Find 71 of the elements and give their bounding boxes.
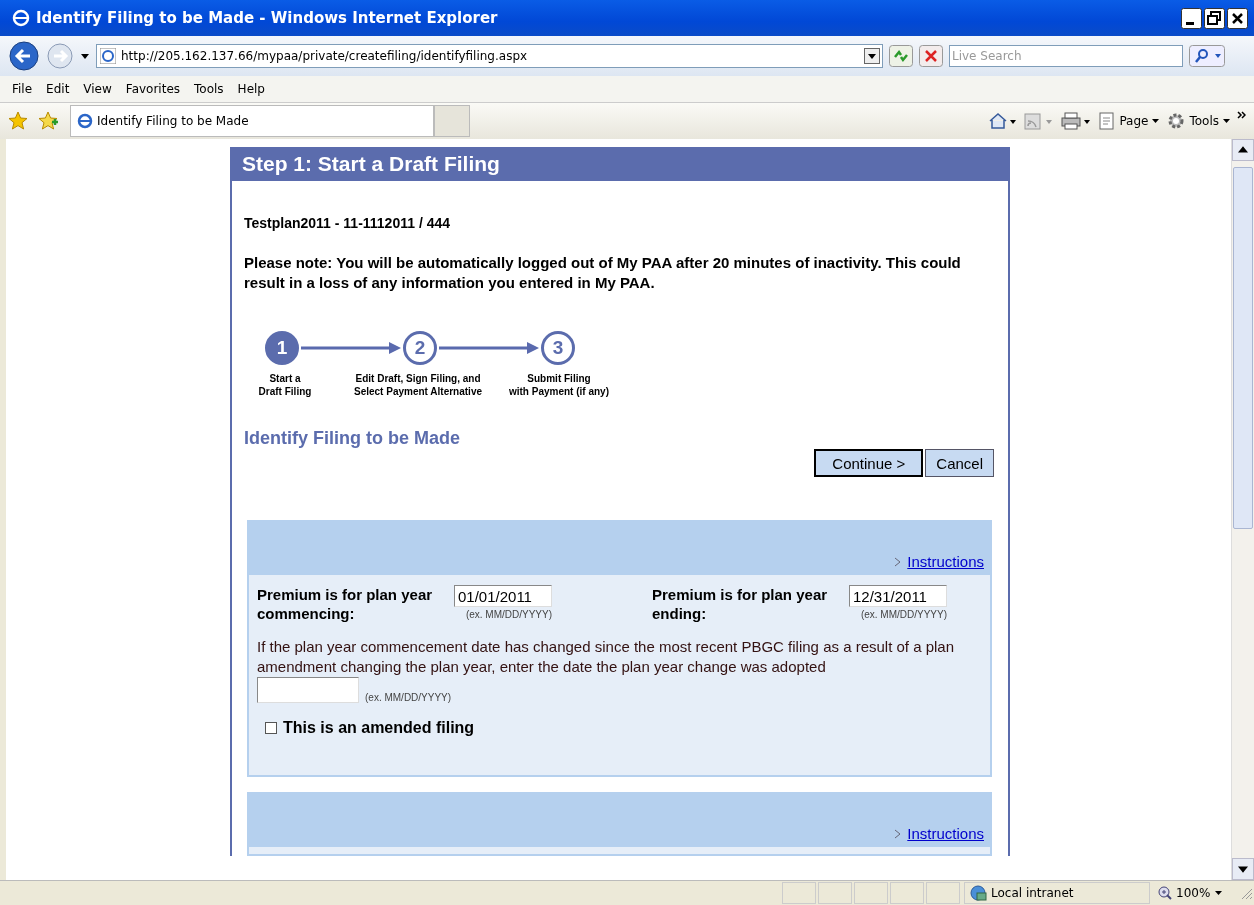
- home-icon[interactable]: [988, 111, 1019, 131]
- status-pane: [890, 882, 924, 904]
- menu-item[interactable]: Favorites: [119, 80, 187, 98]
- menu-item[interactable]: File: [6, 80, 39, 98]
- status-pane: [926, 882, 960, 904]
- menu-item[interactable]: View: [77, 80, 118, 98]
- printer-icon[interactable]: [1060, 111, 1093, 131]
- zoom-icon[interactable]: [1158, 886, 1172, 900]
- field-label: Premium is for plan year ending:: [652, 585, 829, 623]
- browser-tab[interactable]: Identify Filing to be Made: [70, 105, 434, 137]
- browser-logo-icon[interactable]: [12, 9, 30, 27]
- star-icon[interactable]: [8, 111, 28, 131]
- caret-icon[interactable]: [1214, 889, 1224, 897]
- scroll-thumb[interactable]: [1233, 167, 1253, 529]
- format-hint: (ex. MM/DD/YYYY): [860, 609, 947, 620]
- date-field[interactable]: 01/01/2011: [454, 585, 552, 607]
- search-field[interactable]: Live Search: [949, 45, 1183, 67]
- close-icon[interactable]: [1227, 7, 1248, 29]
- zoom-control[interactable]: 100%: [1150, 886, 1238, 900]
- instruction-text: If the plan year commencement date has changed since the most recent PBGC filing as a result of a plan amendment changing the plan year, enter the date the plan year change was adopted: [257, 637, 956, 677]
- format-hint: (ex. MM/DD/YYYY): [365, 692, 452, 703]
- command-menu[interactable]: Tools: [1166, 111, 1231, 131]
- back-icon[interactable]: [8, 40, 40, 72]
- instructions-link[interactable]: Instructions: [907, 825, 984, 842]
- minimize-icon[interactable]: [1181, 7, 1202, 29]
- dropdown-icon[interactable]: [864, 48, 880, 64]
- caret-icon[interactable]: [1151, 117, 1161, 125]
- address-field[interactable]: http://205.162.137.66/mypaa/private/createfiling/identifyfiling.aspx: [96, 44, 883, 68]
- menu-item[interactable]: Tools: [188, 80, 230, 98]
- step-circle: 1: [265, 331, 299, 365]
- scroll-down-icon[interactable]: [1232, 858, 1254, 880]
- step-label: Start a Draft Filing: [257, 372, 313, 398]
- refresh-icon[interactable]: [889, 45, 913, 67]
- checkbox[interactable]: [265, 722, 277, 734]
- dropdown-icon[interactable]: [80, 51, 90, 61]
- chevron-icon[interactable]: [1237, 111, 1246, 119]
- scroll-up-icon[interactable]: [1232, 139, 1254, 161]
- status-pane: [818, 882, 852, 904]
- stop-icon[interactable]: [919, 45, 943, 67]
- step-circle: 2: [403, 331, 437, 365]
- checkbox-label: This is an amended filing: [283, 719, 475, 737]
- step-label: Submit Filing with Payment (if any): [508, 372, 610, 398]
- cancel-button[interactable]: Cancel: [925, 449, 994, 477]
- add-favorite-icon[interactable]: [38, 111, 60, 131]
- arrow-icon[interactable]: [301, 342, 401, 354]
- section-title: Identify Filing to be Made: [244, 428, 461, 449]
- menu-item[interactable]: Help: [231, 80, 271, 98]
- status-pane: [854, 882, 888, 904]
- caret-icon[interactable]: [1222, 117, 1231, 125]
- date-field[interactable]: [257, 677, 359, 703]
- instructions-link[interactable]: Instructions: [907, 553, 984, 570]
- command-menu[interactable]: Page: [1098, 111, 1161, 131]
- date-field[interactable]: 12/31/2011: [849, 585, 947, 607]
- menu-item[interactable]: Edit: [40, 80, 76, 98]
- continue-button[interactable]: Continue >: [814, 449, 924, 477]
- globe-icon[interactable]: [969, 884, 987, 902]
- field-label: Premium is for plan year commencing:: [257, 585, 434, 623]
- search-icon[interactable]: [1189, 45, 1225, 67]
- plan-id: Testplan2011 - 11-1112011 / 444: [244, 215, 451, 231]
- zone-label: Local intranet: [991, 886, 1074, 900]
- arrow-icon[interactable]: [439, 342, 539, 354]
- step-header: Step 1: Start a Draft Filing: [232, 149, 1008, 181]
- window-title: Identify Filing to be Made - Windows Internet Explorer: [36, 9, 499, 27]
- scrollbar[interactable]: [1231, 139, 1254, 880]
- format-hint: (ex. MM/DD/YYYY): [465, 609, 552, 620]
- status-pane: [782, 882, 816, 904]
- inactivity-note: Please note: You will be automatically logged out of My PAA after 20 minutes of inactivity. This could result in a loss of any information you entered in My PAA.: [244, 253, 962, 293]
- step-circle: 3: [541, 331, 575, 365]
- step-label: Edit Draft, Sign Filing, and Select Payment Alternative: [353, 372, 483, 398]
- restore-icon[interactable]: [1204, 7, 1225, 29]
- forward-icon[interactable]: [46, 42, 74, 70]
